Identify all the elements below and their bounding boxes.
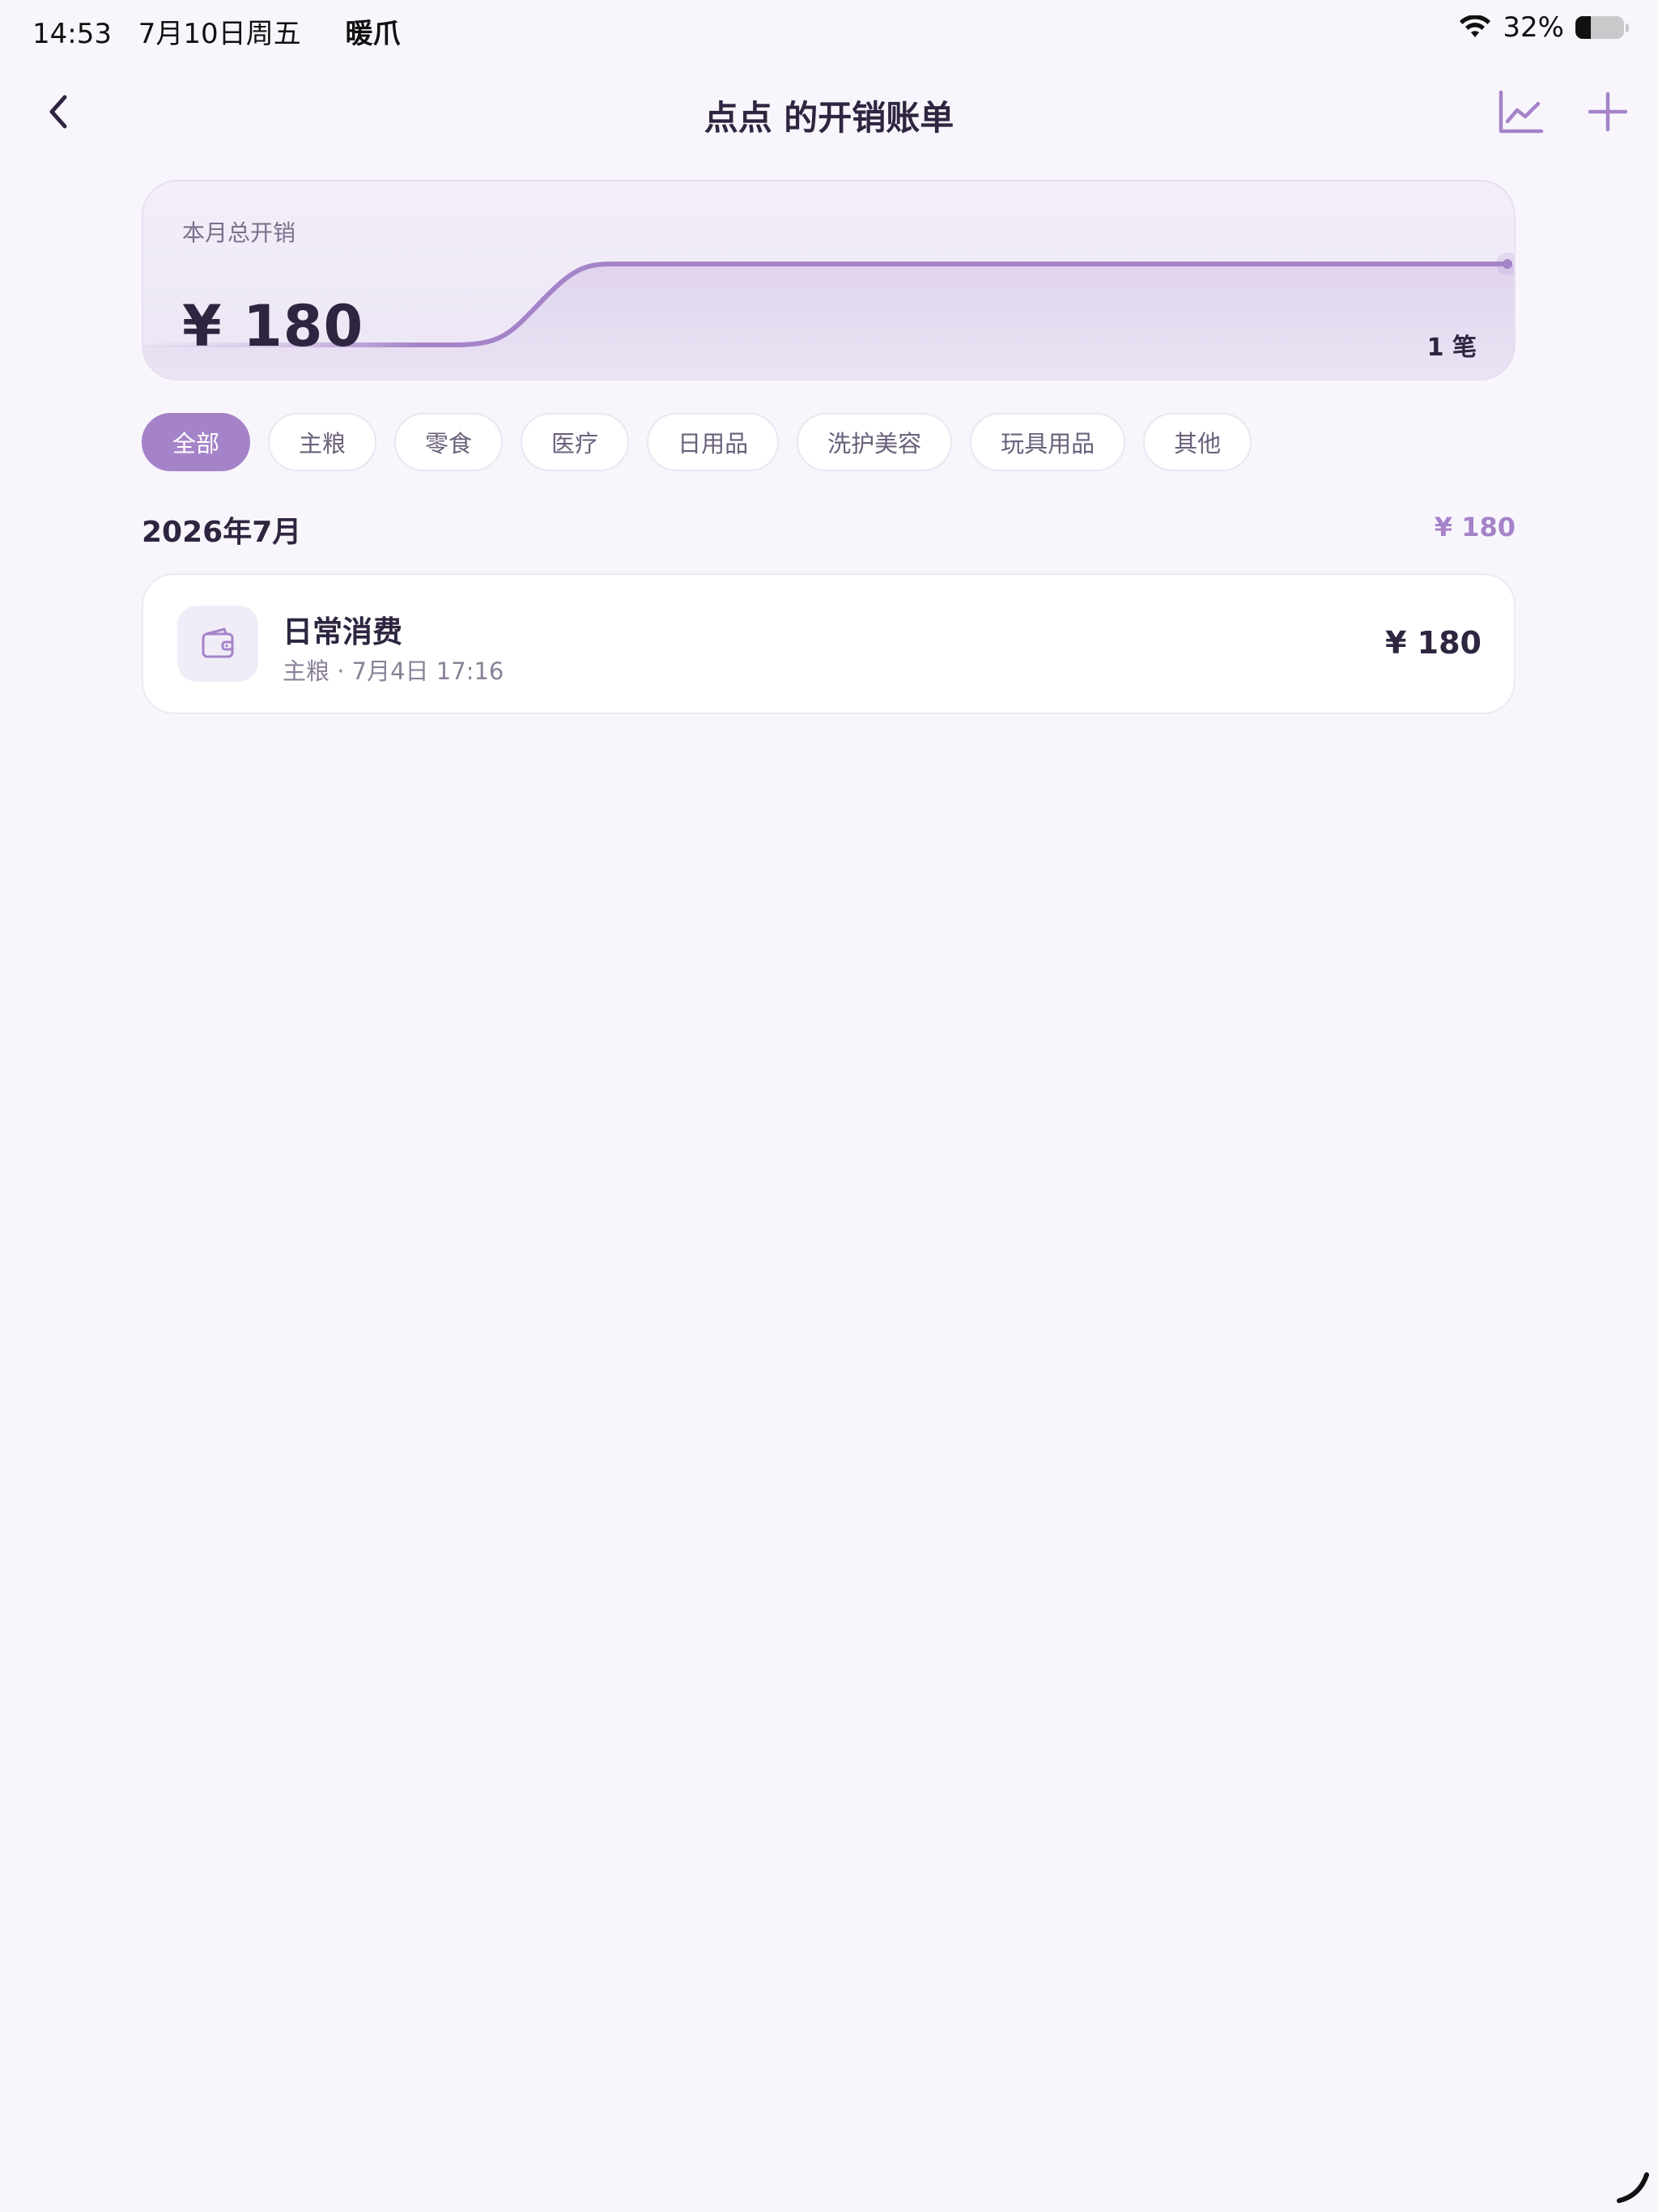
chart-button[interactable] [1494, 86, 1546, 138]
filter-chip-other[interactable]: 其他 [1143, 413, 1252, 471]
month-total: ¥ 180 [1434, 512, 1516, 542]
expense-title: 日常消费 [283, 615, 402, 649]
status-time: 14:53 [32, 18, 112, 50]
filter-chip-snacks[interactable]: 零食 [394, 413, 504, 471]
line-chart-icon [1499, 90, 1544, 134]
summary-card: 本月总开销 ¥ 180 1 笔 [142, 180, 1516, 381]
status-bar: 14:53 7月10日周五 暖爪 32% [0, 0, 1658, 58]
status-right: 32% [1459, 11, 1629, 44]
add-button[interactable] [1582, 86, 1634, 138]
status-date: 7月10日周五 [138, 18, 301, 50]
expense-meta: 主粮 · 7月4日 17:16 [283, 657, 504, 685]
nav-actions [1494, 86, 1634, 138]
nav-bar: 点点 的开销账单 [0, 71, 1658, 152]
month-title: 2026年7月 [142, 516, 302, 549]
filter-chip-all[interactable]: 全部 [142, 413, 251, 471]
filter-chip-grooming[interactable]: 洗护美容 [797, 413, 953, 471]
category-filter-row: 全部 主粮 零食 医疗 日用品 洗护美容 玩具用品 其他 [142, 413, 1252, 471]
corner-handle-icon [1617, 2172, 1649, 2203]
status-app-name: 暖爪 [345, 18, 401, 50]
filter-chip-staple-food[interactable]: 主粮 [268, 413, 377, 471]
filter-chip-medical[interactable]: 医疗 [521, 413, 630, 471]
filter-chip-daily-goods[interactable]: 日用品 [647, 413, 780, 471]
battery-icon [1575, 16, 1624, 39]
battery-cap [1626, 23, 1629, 32]
battery-percent: 32% [1503, 11, 1564, 44]
summary-label: 本月总开销 [182, 219, 296, 246]
page-title: 点点 的开销账单 [704, 98, 954, 138]
expense-amount: ¥ 180 [1385, 625, 1482, 661]
summary-amount: ¥ 180 [182, 293, 364, 359]
battery-fill [1575, 16, 1592, 39]
filter-chip-toys[interactable]: 玩具用品 [970, 413, 1126, 471]
trend-end-dot [1503, 259, 1512, 269]
expense-icon-container [177, 606, 258, 682]
plus-icon [1588, 91, 1628, 132]
expense-list-item[interactable]: 日常消费 主粮 · 7月4日 17:16 ¥ 180 [142, 573, 1516, 714]
summary-count: 1 笔 [1426, 334, 1477, 362]
status-left: 14:53 7月10日周五 暖爪 [32, 11, 419, 51]
month-header: 2026年7月 ¥ 180 [142, 508, 1516, 549]
wifi-icon [1460, 15, 1491, 37]
wallet-icon [202, 627, 234, 658]
